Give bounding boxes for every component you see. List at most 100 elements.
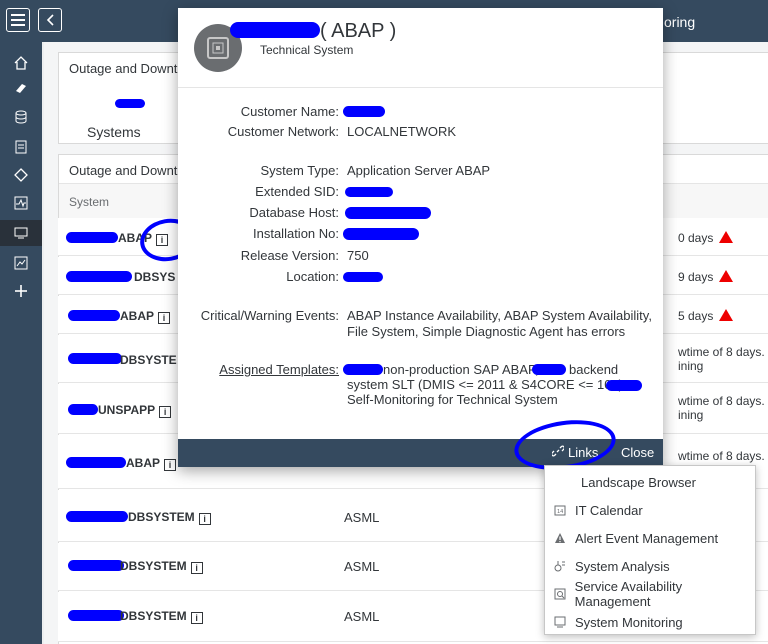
field-value: non-production SAP ABAP, — [383, 362, 539, 377]
menu-item-system-analysis[interactable]: System Analysis — [545, 552, 757, 580]
menu-item-label: Service Availability Management — [574, 579, 683, 609]
status-text: wtime of 8 days. — [678, 345, 765, 359]
redaction — [343, 272, 383, 282]
redaction — [343, 106, 385, 117]
field-label: Customer Name: — [240, 104, 339, 119]
system-type: ASML — [344, 609, 380, 624]
menu-item-alert-event-management[interactable]: Alert Event Management — [545, 524, 757, 552]
add-icon[interactable] — [0, 280, 42, 302]
links-menu: Landscape Browser 14 IT Calendar Alert E… — [544, 465, 756, 635]
redaction — [66, 271, 132, 282]
warning-icon — [719, 270, 734, 282]
card-title: Outage and Downt — [69, 61, 178, 76]
system-name: DBSYSTEM i — [120, 609, 203, 624]
system-name: ABAP i — [126, 456, 177, 471]
assigned-templates-link[interactable]: Assigned Templates: — [219, 362, 339, 377]
monitor-icon — [553, 615, 567, 629]
shell-title: oring — [664, 14, 696, 30]
menu-item-label: System Analysis — [575, 558, 670, 574]
field-label: Extended SID: — [255, 184, 339, 199]
redaction — [68, 404, 98, 415]
systems-label: Systems — [87, 124, 141, 140]
field-value: ABAP Instance Availability, ABAP System … — [347, 308, 652, 323]
status-text: wtime of 8 days. — [678, 449, 765, 463]
field-label: Release Version: — [240, 248, 339, 263]
field-value: Application Server ABAP — [347, 163, 491, 178]
back-icon[interactable] — [38, 8, 62, 32]
system-name: ABAP i — [120, 309, 171, 324]
menu-item-service-availability-management[interactable]: Service Availability Management — [545, 579, 757, 609]
svg-text:14: 14 — [557, 509, 563, 515]
status-text: 5 days — [678, 309, 734, 323]
field-label: Database Host: — [249, 205, 339, 220]
info-icon[interactable]: i — [158, 312, 171, 324]
card-title: Outage and Downt — [69, 163, 178, 178]
redaction — [68, 610, 124, 621]
redaction — [345, 207, 431, 219]
close-button[interactable]: Close — [621, 445, 654, 460]
menu-item-landscape-browser[interactable]: Landscape Browser — [545, 468, 757, 496]
system-name: DBSYS — [134, 270, 176, 284]
field-label: Customer Network: — [227, 124, 339, 139]
redaction — [343, 228, 419, 240]
field-value: Self-Monitoring for Technical System — [347, 392, 558, 407]
system-name: UNSPAPP i — [98, 403, 172, 418]
field-value: backend — [569, 362, 619, 377]
menu-item-label: Landscape Browser — [581, 474, 696, 490]
info-icon[interactable]: i — [164, 459, 177, 471]
redaction — [606, 380, 642, 391]
analysis-icon — [553, 559, 567, 573]
left-nav-bar — [0, 42, 42, 644]
warning-icon — [719, 309, 734, 321]
menu-item-system-monitoring[interactable]: System Monitoring — [545, 608, 757, 636]
info-icon[interactable]: i — [190, 612, 203, 624]
status-text: 0 days — [678, 231, 734, 245]
monitor-nav-icon[interactable] — [0, 220, 42, 246]
status-text: wtime of 8 days. — [678, 394, 765, 408]
info-icon[interactable]: i — [159, 406, 172, 418]
menu-item-label: Alert Event Management — [575, 530, 719, 546]
dialog-header: ( ABAP ) Technical System — [178, 8, 663, 88]
redaction — [68, 353, 122, 364]
chart-icon[interactable] — [0, 252, 42, 274]
info-icon[interactable]: i — [190, 562, 203, 574]
info-icon[interactable]: i — [198, 513, 211, 525]
dialog-title: ( ABAP ) — [320, 20, 397, 42]
redaction — [66, 232, 118, 243]
dialog-subtitle: Technical System — [260, 43, 354, 57]
menu-item-it-calendar[interactable]: 14 IT Calendar — [545, 496, 757, 524]
layers-icon[interactable] — [0, 78, 42, 100]
redaction — [66, 511, 128, 522]
system-name: DBSYSTEM i — [128, 510, 211, 525]
redaction — [230, 22, 320, 38]
field-value: 750 — [347, 248, 369, 263]
diamond-icon[interactable] — [0, 164, 42, 186]
pulse-icon[interactable] — [0, 192, 42, 214]
status-text-2: ining — [678, 408, 704, 422]
status-text-2: ining — [678, 359, 704, 373]
field-label: Critical/Warning Events: — [200, 308, 339, 323]
warning-icon — [553, 531, 567, 545]
system-name: DBSYSTEM i — [120, 559, 203, 574]
redaction — [115, 99, 145, 108]
blank-icon — [553, 475, 567, 489]
warning-icon — [719, 231, 734, 243]
field-value: File System, Simple Diagnostic Agent has… — [347, 324, 626, 339]
menu-icon[interactable] — [6, 8, 30, 32]
redaction — [343, 364, 383, 375]
document-icon[interactable] — [0, 136, 42, 158]
redaction — [66, 457, 126, 468]
menu-item-label: IT Calendar — [575, 502, 643, 518]
field-label: Installation No: — [253, 226, 339, 241]
home-icon[interactable] — [0, 52, 42, 74]
status-text: 9 days — [678, 270, 734, 284]
redaction — [68, 560, 124, 571]
database-icon[interactable] — [0, 106, 42, 128]
redaction — [532, 364, 566, 375]
technical-system-dialog: ( ABAP ) Technical System Customer Name:… — [178, 8, 663, 467]
service-availability-icon — [553, 587, 567, 601]
field-label: System Type: — [260, 163, 339, 178]
system-type: ASML — [344, 559, 380, 574]
system-name: DBSYSTE — [120, 353, 177, 367]
field-label: Location: — [286, 269, 339, 284]
